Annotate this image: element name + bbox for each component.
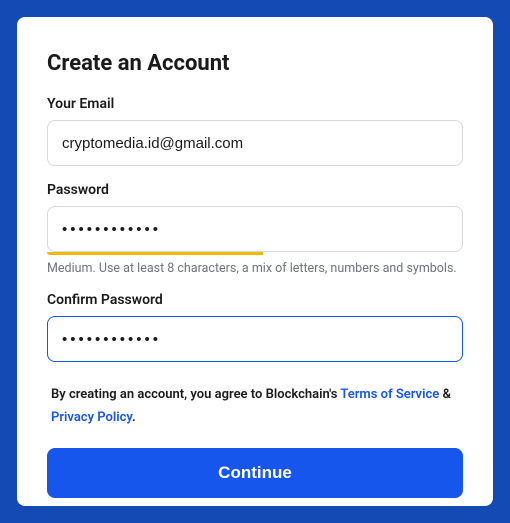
confirm-password-input[interactable]: [47, 316, 463, 362]
agreement-suffix: .: [132, 410, 136, 425]
password-strength-text: Medium. Use at least 8 characters, a mix…: [47, 260, 463, 278]
signup-card: Create an Account Your Email Password Me…: [17, 17, 493, 506]
privacy-policy-link[interactable]: Privacy Policy: [51, 410, 132, 425]
agreement-text: By creating an account, you agree to Blo…: [47, 384, 463, 430]
terms-of-service-link[interactable]: Terms of Service: [340, 387, 439, 402]
confirm-label: Confirm Password: [47, 292, 463, 308]
email-field-group: Your Email: [47, 96, 463, 166]
password-strength-bar: [47, 252, 263, 255]
continue-button[interactable]: Continue: [47, 448, 463, 498]
agreement-prefix: By creating an account, you agree to Blo…: [51, 387, 340, 402]
agreement-connector: &: [439, 387, 451, 402]
password-label: Password: [47, 182, 463, 198]
confirm-field-group: Confirm Password: [47, 292, 463, 362]
email-label: Your Email: [47, 96, 463, 112]
password-field-group: Password Medium. Use at least 8 characte…: [47, 182, 463, 278]
email-input[interactable]: [47, 120, 463, 166]
page-title: Create an Account: [47, 51, 463, 76]
password-input[interactable]: [47, 206, 463, 252]
